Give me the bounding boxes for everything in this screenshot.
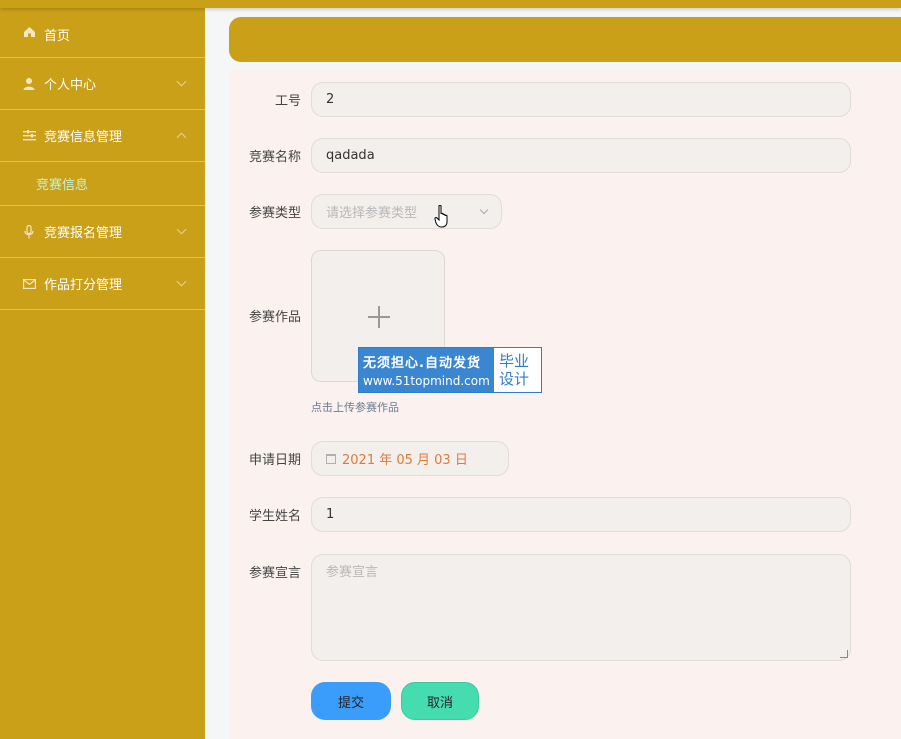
- field-label: 参赛宣言: [248, 566, 301, 581]
- form-row-work-label: 参赛作品: [229, 306, 311, 325]
- sidebar-item-contest-info-management[interactable]: 竞赛信息管理: [0, 110, 205, 162]
- sidebar-item-label: 竞赛报名管理: [44, 226, 123, 241]
- input-value: qadada: [326, 148, 375, 163]
- mic-icon: [22, 224, 36, 239]
- contest-name-input[interactable]: qadada: [311, 138, 851, 173]
- list-icon: [22, 129, 36, 143]
- input-value: 2: [326, 92, 335, 107]
- cancel-button[interactable]: 取消: [401, 682, 479, 720]
- field-label: 参赛类型: [248, 206, 301, 221]
- sidebar-item-label: 竞赛信息管理: [44, 130, 123, 145]
- field-label: 工号: [274, 94, 301, 109]
- sidebar: 首页 个人中心 竞赛信息管理 竞赛信息 竞赛报名管理 作品打分管理: [0, 0, 205, 739]
- resize-handle-icon[interactable]: [840, 650, 848, 658]
- chevron-down-icon: [176, 76, 187, 87]
- input-value: 1: [326, 507, 335, 522]
- header-bar: [229, 17, 901, 62]
- hand-cursor-icon: [434, 204, 450, 233]
- form-row-job-no: 工号 2: [229, 82, 851, 117]
- job-no-input[interactable]: 2: [311, 82, 851, 117]
- user-icon: [22, 77, 36, 91]
- sidebar-item-personal-center[interactable]: 个人中心: [0, 58, 205, 110]
- watermark-url: www.51topmind.com: [363, 374, 490, 388]
- form-row-contest-name: 竞赛名称 qadada: [229, 138, 851, 173]
- sidebar-item-registration-management[interactable]: 竞赛报名管理: [0, 206, 205, 258]
- field-label: 学生姓名: [248, 509, 301, 524]
- watermark-tag: 设计: [499, 370, 530, 388]
- watermark-badge: 无须担心.自动发货 www.51topmind.com 毕业 设计: [358, 347, 542, 393]
- sidebar-item-label: 个人中心: [44, 78, 97, 93]
- mail-icon: [22, 277, 36, 291]
- sidebar-subitem-contest-info[interactable]: 竞赛信息: [0, 162, 205, 206]
- top-strip: [0, 0, 901, 8]
- submit-button[interactable]: 提交: [311, 682, 391, 720]
- form-row-contest-type: 参赛类型 请选择参赛类型: [229, 194, 502, 229]
- home-icon: [22, 25, 36, 39]
- sidebar-item-label: 首页: [44, 29, 71, 44]
- sidebar-subitem-label: 竞赛信息: [36, 178, 89, 193]
- chevron-up-icon: [176, 132, 187, 143]
- chevron-down-icon: [176, 224, 187, 235]
- apply-date-picker[interactable]: 2021 年 05 月 03 日: [311, 441, 509, 476]
- form-panel: 工号 2 竞赛名称 qadada 参赛类型 请选择参赛类型 参赛作品 无须担心.…: [229, 70, 901, 739]
- watermark-tag: 毕业: [499, 352, 530, 370]
- student-name-input[interactable]: 1: [311, 497, 851, 532]
- contest-type-select[interactable]: 请选择参赛类型: [311, 194, 502, 229]
- textarea-placeholder: 参赛宣言: [326, 565, 379, 580]
- chevron-down-icon: [479, 205, 489, 215]
- select-placeholder: 请选择参赛类型: [326, 206, 418, 221]
- form-row-declaration: 参赛宣言 参赛宣言: [229, 554, 851, 661]
- field-label: 参赛作品: [248, 310, 301, 325]
- field-label: 竞赛名称: [248, 150, 301, 165]
- sidebar-item-home[interactable]: 首页: [0, 0, 205, 58]
- form-row-apply-date: 申请日期 2021 年 05 月 03 日: [229, 441, 509, 476]
- upload-hint: 点击上传参赛作品: [311, 401, 399, 414]
- field-label: 申请日期: [248, 453, 301, 468]
- watermark-text: 无须担心.自动发货: [363, 356, 481, 371]
- sidebar-item-label: 作品打分管理: [44, 278, 123, 293]
- form-row-student-name: 学生姓名 1: [229, 497, 851, 532]
- date-value: 2021 年 05 月 03 日: [342, 453, 468, 468]
- declaration-textarea[interactable]: 参赛宣言: [311, 554, 851, 661]
- calendar-icon: [326, 453, 336, 464]
- sidebar-item-scoring-management[interactable]: 作品打分管理: [0, 258, 205, 310]
- chevron-down-icon: [176, 276, 187, 287]
